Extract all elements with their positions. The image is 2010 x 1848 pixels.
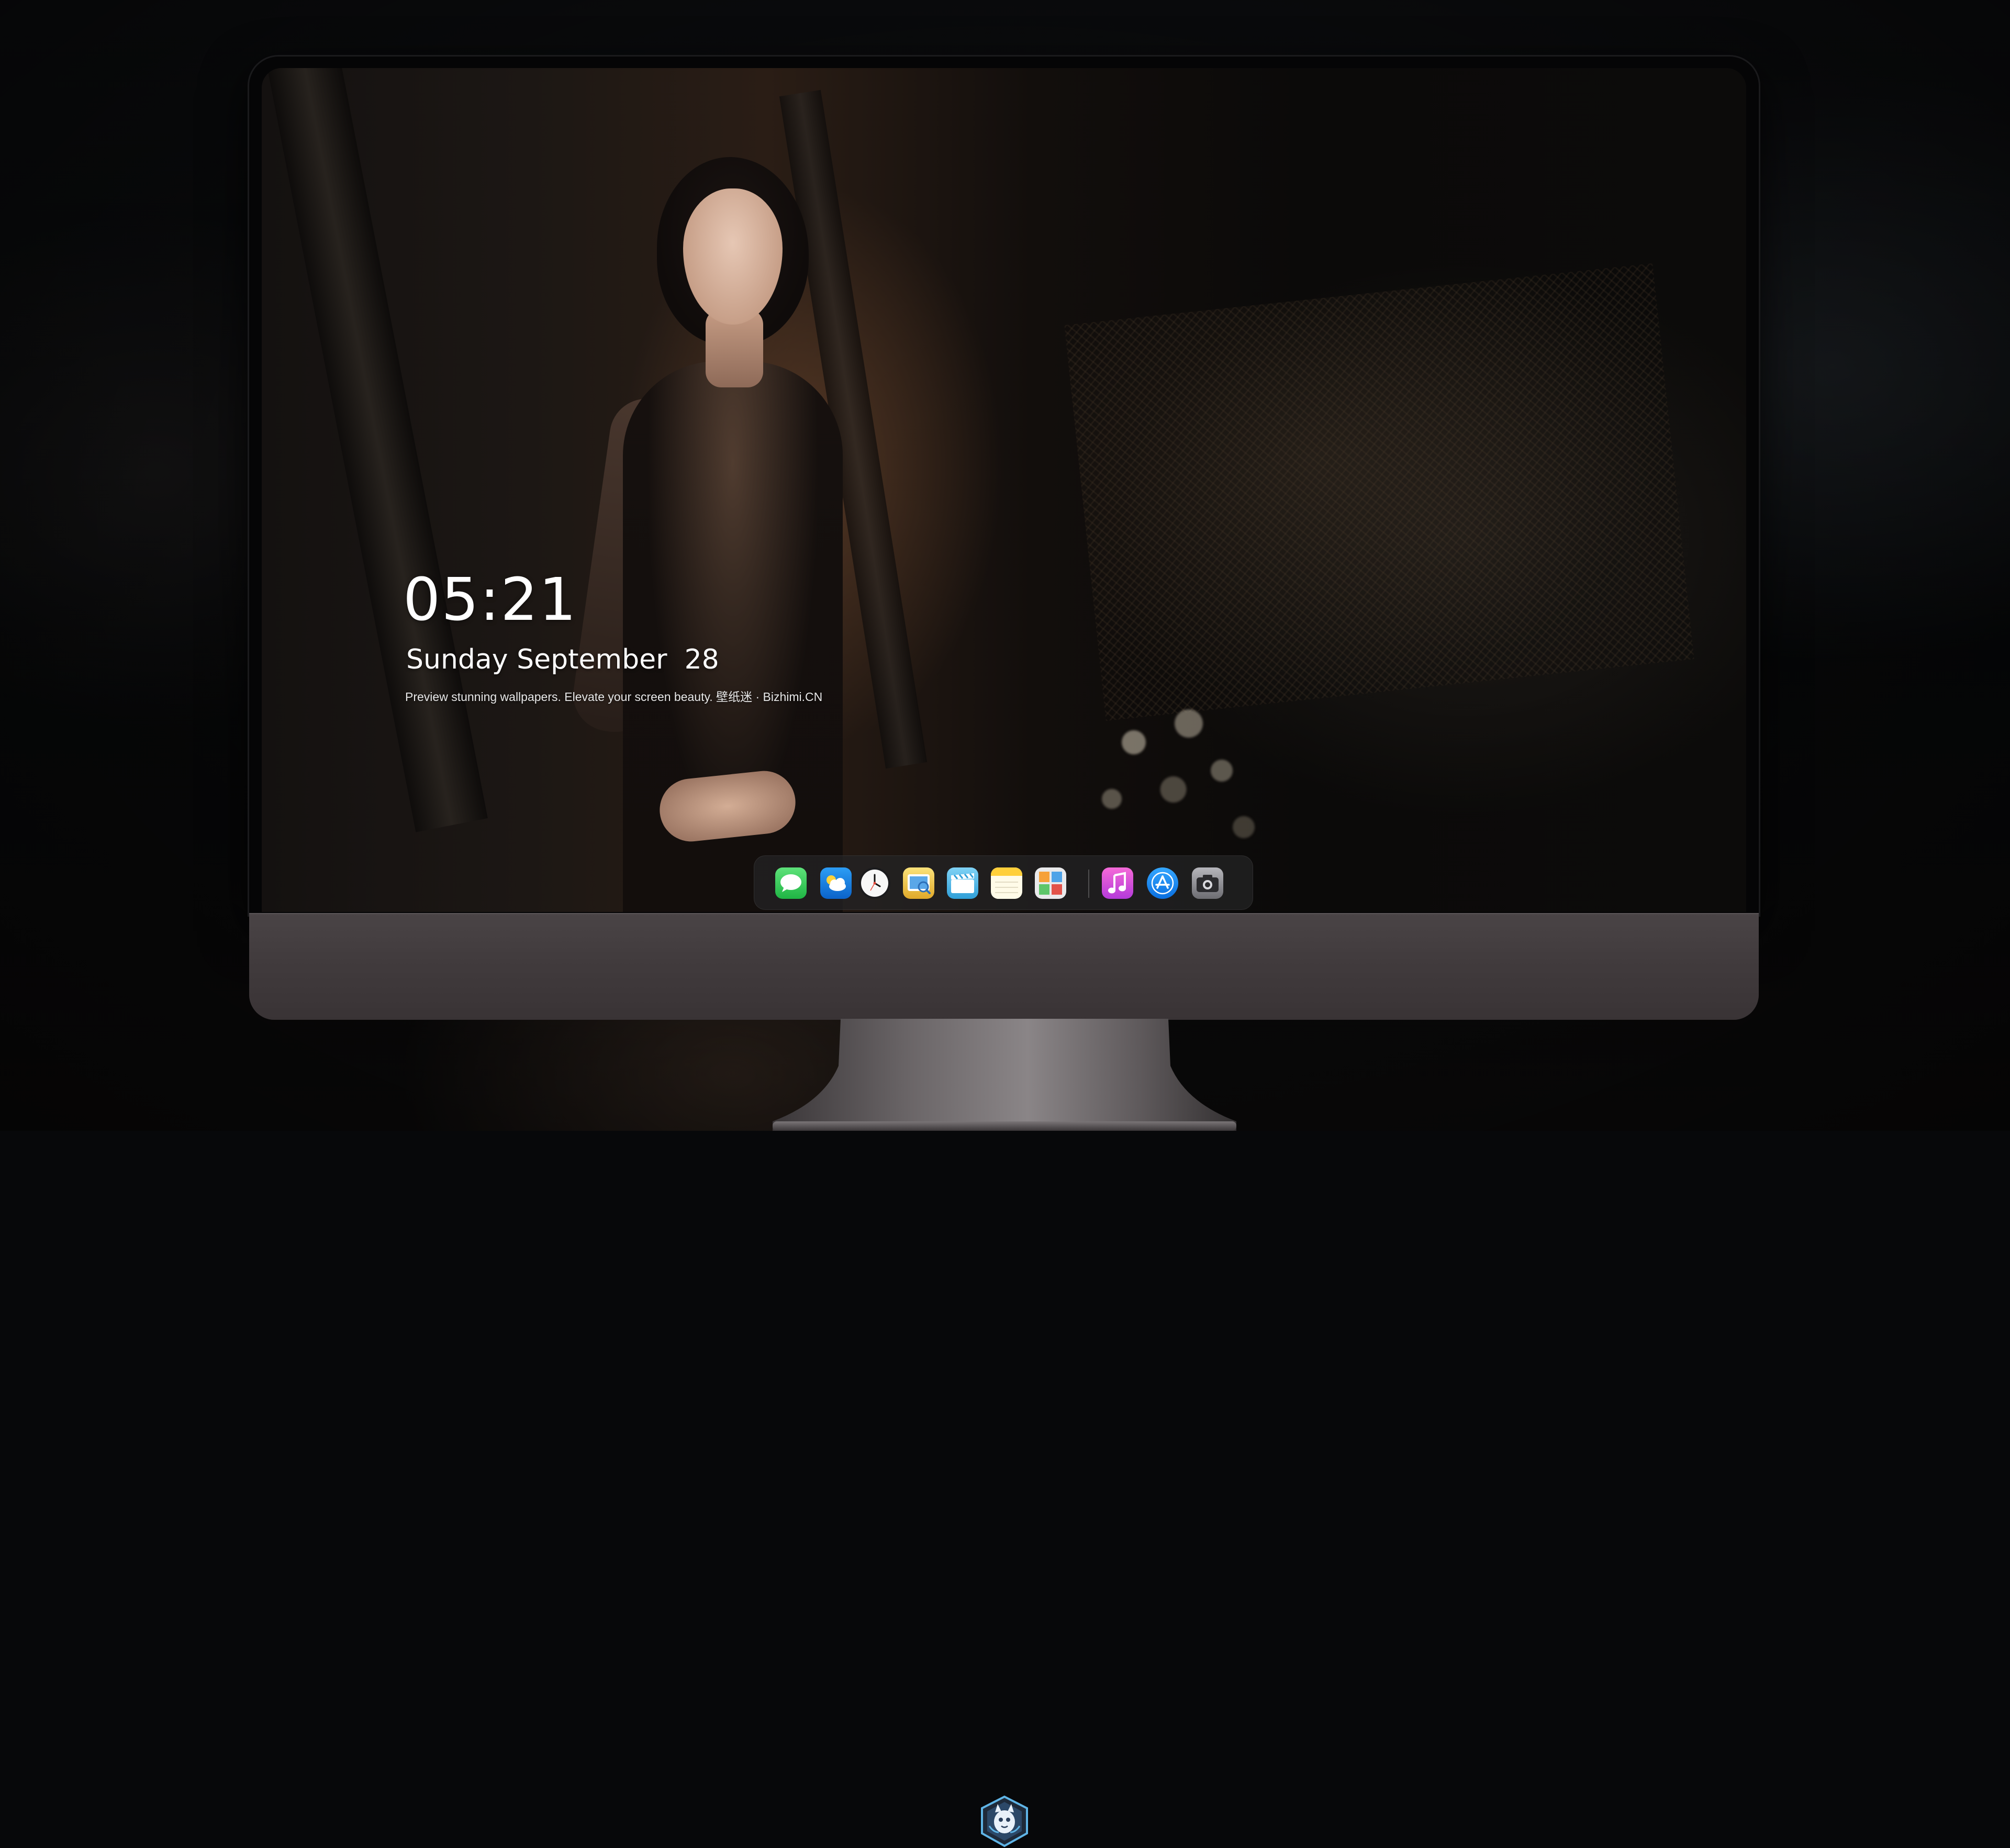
lock-screen-date: Sunday September 28 (406, 644, 719, 675)
wallpaper-portrait (568, 147, 858, 912)
dock (754, 855, 1253, 910)
preview-app-icon[interactable] (903, 867, 934, 899)
notes-app-icon[interactable] (991, 867, 1022, 899)
camera-app-icon[interactable] (1192, 867, 1223, 899)
lock-screen-time: 05:21 (403, 566, 577, 634)
photo-grid-icon (1039, 872, 1062, 895)
photo-viewer-icon (908, 874, 931, 894)
messages-app-icon[interactable] (775, 867, 807, 899)
music-app-icon[interactable] (1102, 867, 1133, 899)
clock-app-icon[interactable] (859, 867, 890, 899)
notes-icon (991, 867, 1022, 893)
weather-app-icon[interactable] (820, 867, 852, 899)
dock-divider (1088, 870, 1089, 898)
monitor-screen: 05:21 Sunday September 28 Preview stunni… (262, 68, 1746, 912)
monitor-stand (773, 1019, 1236, 1131)
camera-icon (1197, 875, 1219, 892)
lock-screen-tagline: Preview stunning wallpapers. Elevate you… (405, 690, 823, 704)
clapperboard-icon (951, 873, 974, 893)
music-note-icon (1108, 872, 1126, 894)
wallpaper-flowers (1068, 686, 1288, 874)
app-store-icon (1151, 872, 1174, 895)
clock-icon (861, 870, 888, 897)
photo-booth-app-icon[interactable] (1035, 867, 1066, 899)
speech-bubble-icon (780, 874, 801, 892)
mascot-logo-icon (981, 1795, 1028, 1847)
monitor-bezel: 05:21 Sunday September 28 Preview stunni… (249, 57, 1759, 915)
imac-monitor: 05:21 Sunday September 28 Preview stunni… (249, 57, 1759, 1847)
monitor-chin (249, 913, 1759, 1847)
app-store-app-icon[interactable] (1147, 867, 1178, 899)
wallpaper-mesh-screen (1064, 263, 1694, 721)
clips-app-icon[interactable] (947, 867, 978, 899)
cloud-sun-icon (827, 875, 846, 891)
